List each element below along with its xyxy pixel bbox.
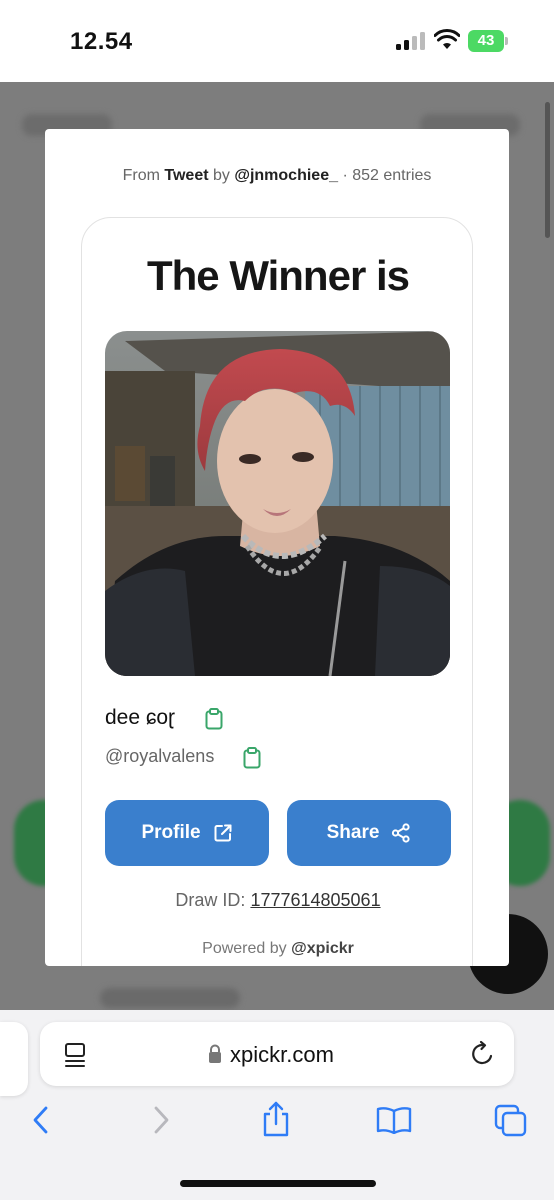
profile-button-label: Profile [141, 822, 201, 843]
status-bar: 12.54 43 [0, 0, 554, 82]
copy-name-clipboard-icon[interactable] [205, 708, 223, 730]
reload-icon[interactable] [470, 1040, 496, 1068]
cellular-signal-icon [396, 32, 426, 50]
winner-card: The Winner is dee ɕoɽ @royalvalens Profi… [81, 217, 473, 966]
back-icon[interactable] [28, 1104, 54, 1136]
profile-button[interactable]: Profile [105, 800, 269, 866]
share-icon[interactable] [260, 1100, 292, 1138]
page-menu-icon[interactable] [64, 1042, 86, 1068]
source-author: @jnmochiee_ [234, 167, 338, 184]
external-link-icon [214, 824, 232, 842]
tabs-icon[interactable] [494, 1104, 528, 1138]
share-button[interactable]: Share [287, 800, 451, 866]
winner-avatar-photo [105, 331, 450, 676]
bookmarks-icon[interactable] [376, 1106, 412, 1134]
source-name: Tweet [164, 167, 209, 184]
source-from-label: From [122, 167, 160, 184]
share-button-label: Share [326, 822, 380, 843]
winner-name: dee ɕoɽ [105, 706, 176, 729]
previous-tab-peek[interactable] [0, 1022, 28, 1096]
draw-id-link[interactable]: 1777614805061 [250, 890, 380, 910]
url-text[interactable]: xpickr.com [230, 1042, 334, 1068]
powered-by-label: Powered by [202, 940, 287, 957]
copy-handle-clipboard-icon[interactable] [243, 747, 261, 769]
browser-bottom-bar: xpickr.com [0, 1010, 554, 1200]
battery-level: 43 [468, 30, 504, 52]
entries-count: · 852 entries [342, 167, 432, 184]
wifi-icon [434, 29, 460, 49]
draw-id-label: Draw ID: [175, 890, 246, 910]
winner-title: The Winner is [147, 252, 410, 299]
battery-icon: 43 [468, 30, 508, 52]
draw-id: Draw ID: 1777614805061 [82, 890, 474, 911]
scrollbar[interactable] [545, 102, 550, 238]
status-time: 12.54 [70, 28, 133, 55]
share-nodes-icon [392, 823, 411, 843]
forward-icon[interactable] [148, 1104, 174, 1136]
winner-handle: @royalvalens [105, 746, 215, 766]
powered-by-link[interactable]: @xpickr [291, 940, 354, 957]
lock-icon [209, 1044, 221, 1063]
address-bar[interactable]: xpickr.com [40, 1022, 514, 1086]
source-line: From Tweet by @jnmochiee_ · 852 entries [45, 167, 509, 185]
source-by-label: by [213, 167, 230, 184]
home-indicator[interactable] [180, 1180, 376, 1187]
powered-by: Powered by @xpickr [82, 940, 474, 958]
winner-modal: From Tweet by @jnmochiee_ · 852 entries … [45, 129, 509, 966]
